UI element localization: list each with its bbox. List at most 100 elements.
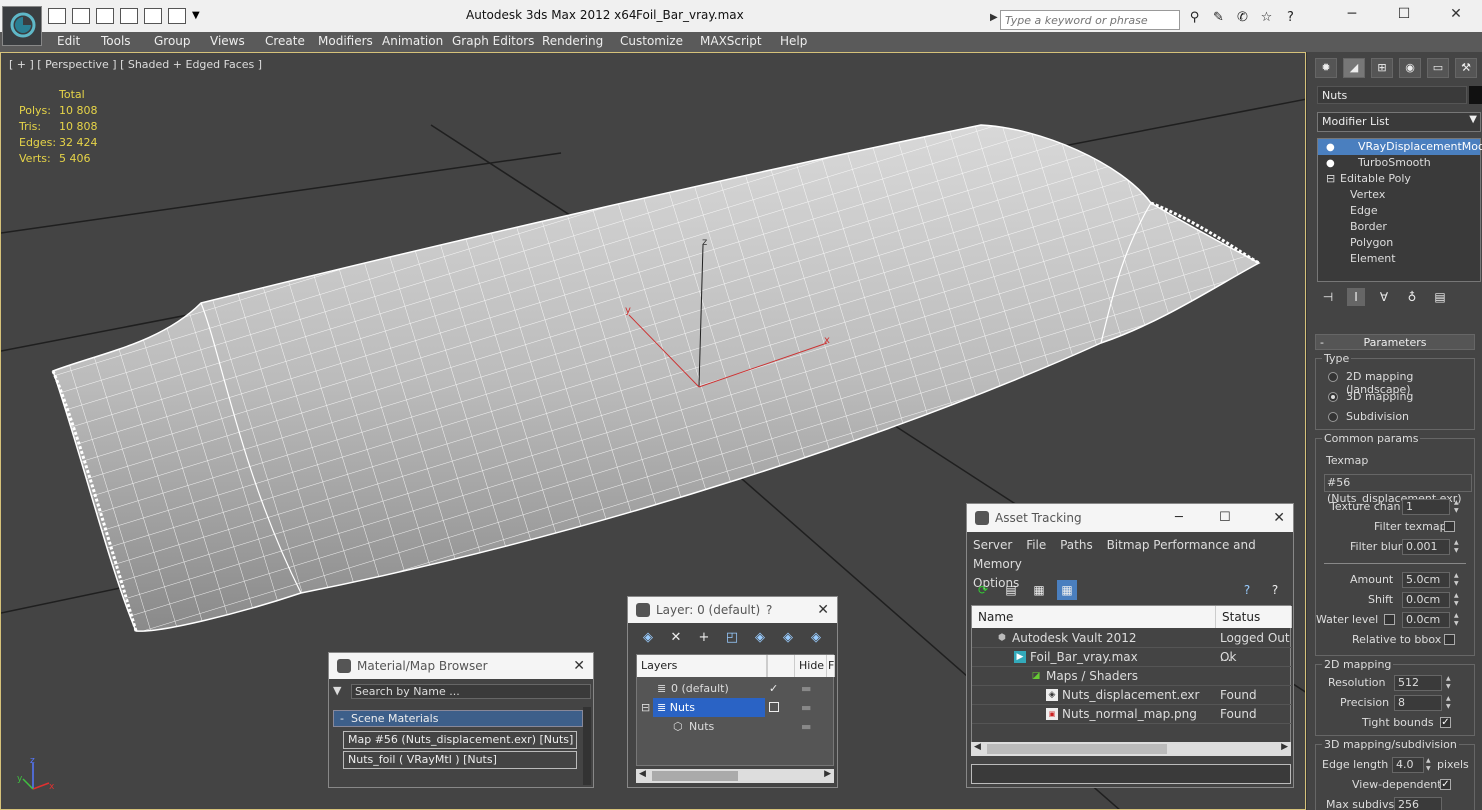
- table-view-icon[interactable]: ▦: [1057, 580, 1077, 600]
- active-layer-check-icon[interactable]: ✓: [769, 679, 778, 698]
- view-dependent-checkbox[interactable]: ✓: [1440, 779, 1451, 790]
- water-level-spinner[interactable]: 0.0cm: [1402, 612, 1450, 628]
- help-icon[interactable]: ?: [1237, 580, 1257, 600]
- water-level-checkbox[interactable]: [1384, 614, 1395, 625]
- close-icon[interactable]: ✕: [573, 653, 585, 679]
- type-option-subdivision[interactable]: Subdivision: [1316, 407, 1474, 427]
- asset-row-maps[interactable]: ◪ Maps / Shaders: [972, 667, 1292, 686]
- app-logo-button[interactable]: [2, 6, 42, 46]
- spinner-arrows-icon[interactable]: ▲ ▼: [1454, 612, 1462, 628]
- spinner-arrows-icon[interactable]: ▲ ▼: [1454, 572, 1462, 588]
- scroll-left-icon[interactable]: ◀: [974, 742, 981, 752]
- column-header-freeze[interactable]: F: [827, 655, 835, 677]
- thumbnail-view-icon[interactable]: ▦: [1029, 580, 1049, 600]
- create-layer-icon[interactable]: ◈: [638, 629, 658, 647]
- minimize-button[interactable]: ─: [1175, 504, 1183, 532]
- scroll-right-icon[interactable]: ▶: [1281, 742, 1288, 752]
- column-header-hide[interactable]: [767, 655, 795, 677]
- close-icon[interactable]: ✕: [817, 597, 829, 623]
- motion-tab-icon[interactable]: ◉: [1399, 58, 1421, 78]
- save-file-icon[interactable]: [72, 8, 90, 24]
- parameters-rollout-header[interactable]: - Parameters: [1315, 334, 1475, 350]
- filter-texmap-checkbox[interactable]: [1444, 521, 1455, 532]
- close-icon[interactable]: ✕: [1273, 504, 1285, 532]
- column-header-status[interactable]: Status: [1216, 606, 1292, 628]
- list-view-icon[interactable]: ▤: [1001, 580, 1021, 600]
- new-file-icon[interactable]: [96, 8, 114, 24]
- scrollbar-thumb[interactable]: [987, 744, 1167, 754]
- open-file-icon[interactable]: [48, 8, 66, 24]
- collapse-icon[interactable]: ⊟: [1326, 171, 1335, 187]
- select-in-layer-icon[interactable]: ◰: [722, 629, 742, 647]
- make-unique-icon[interactable]: ∀: [1375, 288, 1393, 306]
- binoculars-icon[interactable]: ⚲: [1186, 10, 1203, 26]
- create-tab-icon[interactable]: ✹: [1315, 58, 1337, 78]
- menu-graph-editors[interactable]: Graph Editors: [452, 34, 534, 48]
- menu-paths[interactable]: Paths: [1060, 538, 1093, 552]
- resolution-spinner[interactable]: 512: [1394, 675, 1442, 691]
- delete-layer-icon[interactable]: ✕: [666, 629, 686, 647]
- spinner-arrows-icon[interactable]: ▲ ▼: [1446, 675, 1454, 691]
- menu-create[interactable]: Create: [265, 34, 305, 48]
- asset-row-max-file[interactable]: ▶ Foil_Bar_vray.max Ok: [972, 648, 1292, 667]
- precision-spinner[interactable]: 8: [1394, 695, 1442, 711]
- relative-bbox-checkbox[interactable]: [1444, 634, 1455, 645]
- menu-customize[interactable]: Customize: [620, 34, 683, 48]
- hide-toggle-icon[interactable]: ▬: [801, 717, 811, 736]
- stack-item-turbosmooth[interactable]: ● TurboSmooth: [1318, 155, 1480, 171]
- horizontal-scrollbar[interactable]: ◀ ▶: [971, 742, 1291, 756]
- stack-subitem-vertex[interactable]: Vertex: [1318, 187, 1480, 203]
- material-search-input[interactable]: Search by Name ...: [351, 684, 591, 699]
- scroll-right-icon[interactable]: ▶: [824, 769, 831, 779]
- column-header-layers[interactable]: Layers: [637, 655, 767, 677]
- maximize-button[interactable]: ☐: [1378, 0, 1430, 30]
- edge-length-spinner[interactable]: 4.0: [1392, 757, 1424, 773]
- modify-tab-icon[interactable]: ◢: [1343, 58, 1365, 78]
- asset-tracking-titlebar[interactable]: Asset Tracking ─ ☐ ✕: [967, 504, 1293, 532]
- refresh-icon[interactable]: ⟳: [973, 580, 993, 600]
- horizontal-scrollbar[interactable]: ◀ ▶: [636, 769, 834, 783]
- menu-maxscript[interactable]: MAXScript: [700, 34, 762, 48]
- radio-button[interactable]: [1328, 412, 1338, 422]
- menu-server[interactable]: Server: [973, 538, 1012, 552]
- close-button[interactable]: ✕: [1430, 0, 1482, 30]
- menu-rendering[interactable]: Rendering: [542, 34, 603, 48]
- scroll-left-icon[interactable]: ◀: [639, 769, 646, 779]
- object-name-field[interactable]: Nuts: [1317, 86, 1467, 104]
- stack-subitem-edge[interactable]: Edge: [1318, 203, 1480, 219]
- filter-blur-spinner[interactable]: 0.001: [1402, 539, 1450, 555]
- column-header-hide-label[interactable]: Hide: [795, 655, 827, 677]
- search-expand-icon[interactable]: ▶: [990, 12, 998, 23]
- material-list-item[interactable]: Nuts_foil ( VRayMtl ) [Nuts]: [343, 751, 577, 769]
- project-folder-icon[interactable]: [168, 8, 186, 24]
- subscription-icon[interactable]: ✎: [1210, 10, 1227, 26]
- menu-tools[interactable]: Tools: [101, 34, 131, 48]
- menu-group[interactable]: Group: [154, 34, 191, 48]
- maximize-button[interactable]: ☐: [1219, 504, 1231, 532]
- context-help-icon[interactable]: ?: [1265, 580, 1285, 600]
- favorites-star-icon[interactable]: ☆: [1258, 10, 1275, 26]
- asset-row-displacement[interactable]: ◈ Nuts_displacement.exr Found: [972, 686, 1292, 705]
- hide-all-icon[interactable]: ◈: [778, 629, 798, 647]
- hierarchy-tab-icon[interactable]: ⊞: [1371, 58, 1393, 78]
- stack-item-vraydisplacement[interactable]: ● VRayDisplacementMod: [1318, 139, 1482, 155]
- viewport-label-menu[interactable]: [ + ] [ Perspective ] [ Shaded + Edged F…: [9, 58, 262, 71]
- type-option-3d[interactable]: 3D mapping: [1316, 387, 1474, 407]
- max-subdivs-spinner[interactable]: 256: [1394, 797, 1442, 810]
- spinner-arrows-icon[interactable]: ▲ ▼: [1454, 592, 1462, 608]
- minimize-button[interactable]: ─: [1326, 0, 1378, 30]
- texmap-button[interactable]: #56 (Nuts_displacement.exr): [1324, 474, 1472, 505]
- help-icon[interactable]: ?: [1282, 10, 1299, 26]
- spinner-arrows-icon[interactable]: ▲ ▼: [1454, 499, 1462, 515]
- show-end-result-icon[interactable]: I: [1347, 288, 1365, 306]
- menu-file[interactable]: File: [1026, 538, 1046, 552]
- stack-subitem-polygon[interactable]: Polygon: [1318, 235, 1480, 251]
- type-option-2d[interactable]: 2D mapping (landscape): [1316, 367, 1474, 396]
- pin-stack-icon[interactable]: ⊣: [1319, 288, 1337, 306]
- collapse-icon[interactable]: ⊟: [641, 698, 650, 717]
- amount-spinner[interactable]: 5.0cm: [1402, 572, 1450, 588]
- tight-bounds-checkbox[interactable]: ✓: [1440, 717, 1451, 728]
- layer-manager-titlebar[interactable]: Layer: 0 (default) ? ✕: [628, 597, 837, 623]
- stack-subitem-element[interactable]: Element: [1318, 251, 1480, 267]
- collapse-icon[interactable]: -: [340, 712, 344, 725]
